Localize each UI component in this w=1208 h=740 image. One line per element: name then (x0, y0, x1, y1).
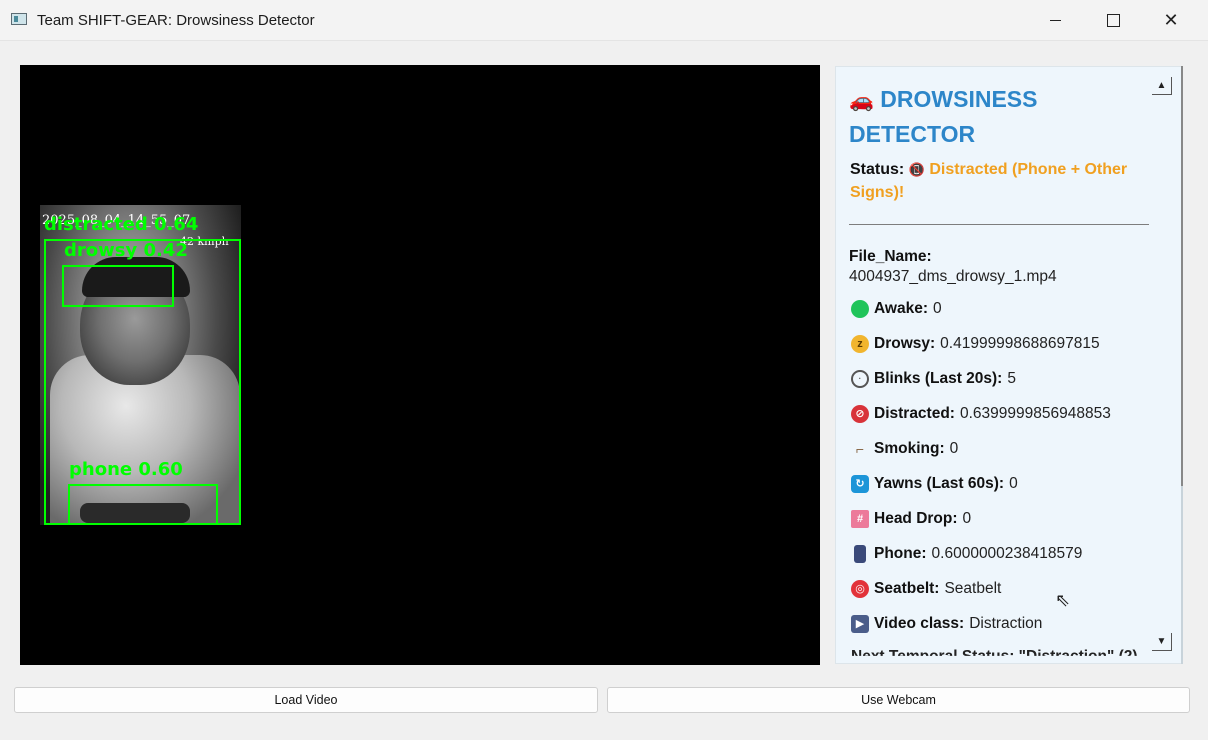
use-webcam-button[interactable]: Use Webcam (607, 687, 1190, 713)
close-icon: ✕ (1163, 9, 1179, 30)
scrollbar-thumb[interactable] (1181, 66, 1183, 486)
video-display: 2025_08_04_14_55_07 42 kmph distracted 0… (20, 65, 820, 665)
metric-value: 0 (949, 440, 959, 457)
metric-value: 0.41999998688697815 (940, 335, 1100, 352)
scroll-up-button[interactable]: ▲ (1152, 77, 1172, 95)
minimize-icon (1049, 19, 1061, 21)
metric-value: 0.6000000238418579 (931, 545, 1083, 562)
drowsy-detection-label: drowsy 0.42 (64, 240, 188, 261)
maximize-button[interactable] (1084, 0, 1142, 40)
status-line: Status: 📵 Distracted (Phone + Other Sign… (850, 158, 1150, 204)
sleepy-face-icon: z (851, 335, 869, 353)
metric-yawns: ↻ Yawns (Last 60s): 0 (851, 475, 1018, 493)
metric-value: 0 (933, 300, 942, 317)
metric-label: Blinks (Last 20s): (874, 370, 1003, 387)
drowsy-detection-box (62, 265, 174, 307)
metric-value: 5 (1007, 370, 1016, 387)
car-icon: 🚗 (849, 90, 874, 112)
scroll-down-button[interactable]: ▼ (1152, 633, 1172, 651)
panel-heading-text: DROWSINESS DETECTOR (849, 86, 1038, 147)
metric-label: Drowsy: (874, 335, 936, 352)
triangle-up-icon: ▲ (1156, 80, 1167, 91)
video-camera-icon: ▶ (851, 615, 869, 633)
file-name-label: File_Name: (849, 248, 932, 265)
file-name-block: File_Name: 4004937_dms_drowsy_1.mp4 (849, 247, 1057, 287)
triangle-down-icon: ▼ (1156, 636, 1167, 647)
window-title: Team SHIFT-GEAR: Drowsiness Detector (37, 12, 315, 29)
cigarette-icon: ⌐ (855, 441, 865, 457)
metric-value: 0.6399999856948853 (959, 405, 1111, 422)
repeat-icon: ↻ (851, 475, 869, 493)
metric-value: Distraction (969, 615, 1043, 632)
metric-value: 0 (962, 510, 972, 527)
metric-label: Smoking: (874, 440, 945, 457)
video-frame: 2025_08_04_14_55_07 42 kmph distracted 0… (40, 205, 241, 525)
metric-distracted: ⊘ Distracted: 0.6399999856948853 (851, 405, 1111, 423)
close-button[interactable]: ✕ (1142, 0, 1200, 40)
metric-label: Head Drop: (874, 510, 958, 527)
metric-label: Distracted: (874, 405, 955, 422)
target-icon: ◎ (851, 580, 869, 598)
status-panel[interactable] (835, 66, 1182, 664)
metric-label: Phone: (874, 545, 927, 562)
metric-value: 0 (1009, 475, 1018, 492)
metric-awake: Awake: 0 (851, 300, 942, 318)
file-name-value: 4004937_dms_drowsy_1.mp4 (849, 268, 1057, 285)
phone-detection-box (68, 484, 218, 525)
green-circle-icon (851, 300, 869, 318)
metric-label: Video class: (874, 615, 965, 632)
mouse-cursor-icon: ⇖ (1055, 590, 1071, 610)
divider (849, 224, 1149, 225)
phone-icon (854, 545, 866, 563)
load-video-button[interactable]: Load Video (14, 687, 598, 713)
app-icon (11, 13, 27, 25)
metric-blinks: · Blinks (Last 20s): 5 (851, 370, 1016, 388)
maximize-icon (1106, 13, 1120, 27)
metric-smoking: ⌐ Smoking: 0 (851, 440, 958, 458)
panel-heading: 🚗 DROWSINESS DETECTOR (849, 83, 1119, 151)
metric-video-class: ▶ Video class: Distraction (851, 615, 1042, 633)
status-label: Status: (850, 161, 905, 178)
no-phone-icon: 📵 (908, 162, 925, 177)
no-phone-icon: ⊘ (851, 405, 869, 423)
metric-drowsy: z Drowsy: 0.41999998688697815 (851, 335, 1100, 353)
metric-value: Seatbelt (944, 580, 1002, 597)
metric-head-drop: # Head Drop: 0 (851, 510, 971, 528)
metric-label: Seatbelt: (874, 580, 940, 597)
metric-label: Awake: (874, 300, 928, 317)
stopwatch-icon: · (851, 370, 869, 388)
minimize-button[interactable] (1026, 0, 1084, 40)
metric-phone: Phone: 0.6000000238418579 (851, 545, 1082, 563)
metric-label: Yawns (Last 60s): (874, 475, 1005, 492)
phone-detection-label: phone 0.60 (69, 459, 183, 480)
distracted-detection-label: distracted 0.64 (44, 214, 199, 235)
metric-seatbelt: ◎ Seatbelt: Seatbelt (851, 580, 1001, 598)
title-bar: Team SHIFT-GEAR: Drowsiness Detector ✕ (0, 0, 1208, 41)
grid-icon: # (851, 510, 869, 528)
